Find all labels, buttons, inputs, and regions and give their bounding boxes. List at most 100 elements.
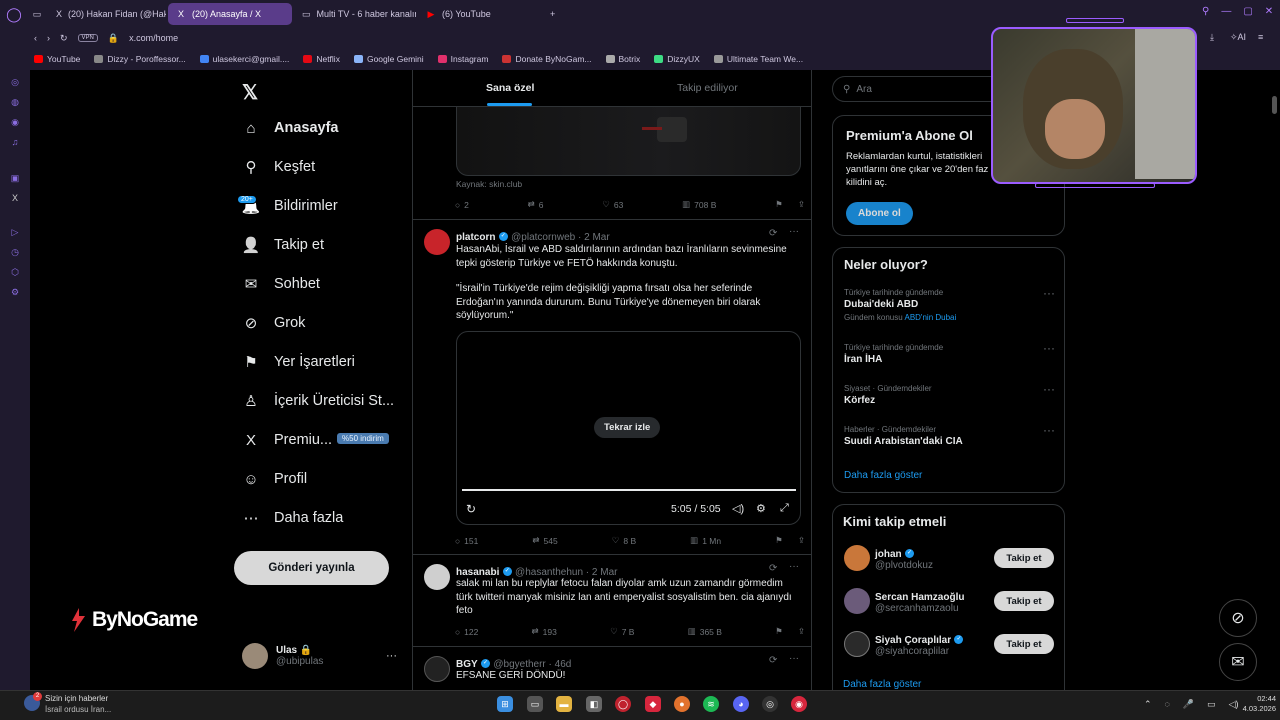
vpn-badge[interactable]: VPN: [77, 34, 98, 42]
whatsapp-icon[interactable]: ◍: [9, 96, 21, 108]
task-view-icon[interactable]: ▭: [527, 696, 543, 712]
extensions-icon[interactable]: ⬡: [9, 266, 21, 278]
page-scrollbar[interactable]: [1272, 96, 1277, 114]
ai-button[interactable]: ✧AI: [1230, 32, 1246, 43]
bookmark-item[interactable]: Donate ByNoGam...: [502, 54, 592, 64]
maximize-icon[interactable]: ▢: [1243, 6, 1252, 17]
music-icon[interactable]: ♫: [9, 136, 21, 148]
retweet-button[interactable]: ⇄ 6: [528, 199, 544, 210]
nav-item-7[interactable]: ♙ İçerik Üreticisi St...: [242, 392, 394, 410]
tab-x-home[interactable]: X (20) Anasayfa / X: [168, 3, 292, 25]
views-button[interactable]: ▥ 365 B: [688, 626, 722, 637]
aria-icon[interactable]: ◎: [9, 76, 21, 88]
more-icon[interactable]: ···: [1043, 286, 1055, 300]
tab-multi-tv[interactable]: ▭ Multi TV - 6 haber kanalın: [294, 3, 416, 25]
bookmark-item[interactable]: Google Gemini: [353, 54, 424, 64]
url-field[interactable]: x.com/home: [129, 33, 178, 43]
nav-item-9[interactable]: ☺ Profil: [242, 470, 307, 488]
trend-item[interactable]: Siyaset · Gündemdekiler Körfez ···: [844, 382, 1059, 406]
subscribe-button[interactable]: Abone ol: [846, 202, 913, 225]
messenger-icon[interactable]: ◉: [9, 116, 21, 128]
bookmark-item[interactable]: Ultimate Team We...: [713, 54, 803, 64]
microphone-icon[interactable]: 🎤: [1183, 699, 1194, 710]
spotify-icon[interactable]: ≋: [703, 696, 719, 712]
tweet-author-name[interactable]: platcorn: [456, 232, 495, 243]
twitch-icon[interactable]: ▣: [9, 172, 21, 184]
tweet[interactable]: Kaynak: skin.club ○ 2 ⇄ 6 ♡ 63 ▥ 708 B ⚑…: [413, 107, 811, 220]
more-icon[interactable]: ···: [1043, 382, 1055, 396]
nav-item-4[interactable]: ✉ Sohbet: [242, 275, 320, 293]
discord-icon[interactable]: ◕: [733, 696, 749, 712]
search-tabs-icon[interactable]: ⚲: [1202, 6, 1209, 17]
opera-gx-taskbar-icon[interactable]: ◯: [615, 696, 631, 712]
minimize-icon[interactable]: —: [1221, 6, 1231, 17]
settings-icon[interactable]: ⚙: [756, 502, 766, 515]
replay-button[interactable]: Tekrar izle: [594, 417, 661, 438]
video-progress-track[interactable]: [462, 489, 796, 491]
tab-for-you[interactable]: Sana özel: [486, 82, 534, 94]
bookmark-item[interactable]: ulasekerci@gmail....: [199, 54, 289, 64]
nav-item-6[interactable]: ⚑ Yer İşaretleri: [242, 353, 355, 371]
firefox-icon[interactable]: ●: [674, 696, 690, 712]
download-icon[interactable]: ⤓: [1210, 32, 1214, 43]
news-widget-title[interactable]: Sizin için haberler: [45, 694, 108, 703]
bookmark-icon[interactable]: ⚑: [775, 199, 783, 210]
nav-item-3[interactable]: 👤 Takip et: [242, 236, 324, 254]
trend-item[interactable]: Türkiye tarihinde gündemde İran İHA ···: [844, 341, 1059, 365]
system-clock[interactable]: 02:44 4.03.2026: [1240, 694, 1276, 714]
video-player[interactable]: Tekrar izle ↻ 5:05 / 5:05 ◁) ⚙ ⤢: [456, 331, 801, 525]
opera-menu-icon[interactable]: ◯: [0, 0, 28, 28]
tweet-media[interactable]: [456, 107, 801, 176]
tweet[interactable]: platcorn ✓ @platcornweb · 2 Mar ⟳ ··· Ha…: [413, 220, 811, 555]
grok-icon[interactable]: ⟳: [769, 228, 777, 239]
new-tab-button[interactable]: +: [542, 3, 563, 25]
views-button[interactable]: ▥ 708 B: [682, 199, 716, 210]
follow-button[interactable]: Takip et: [994, 634, 1054, 654]
tab-following[interactable]: Takip ediliyor: [677, 82, 738, 94]
more-icon[interactable]: ···: [789, 653, 799, 664]
bookmark-item[interactable]: DizzyUX: [654, 54, 700, 64]
close-icon[interactable]: ✕: [1265, 6, 1273, 17]
forward-icon[interactable]: ›: [47, 33, 50, 43]
views-button[interactable]: ▥ 1 Mn: [690, 535, 721, 546]
grok-icon[interactable]: ⟳: [769, 563, 777, 574]
bookmark-icon[interactable]: ⚑: [775, 535, 783, 546]
network-icon[interactable]: ▭: [1207, 699, 1216, 710]
messages-floating-button[interactable]: ✉: [1219, 643, 1257, 681]
trend-item[interactable]: Haberler · Gündemdekiler Suudi Arabistan…: [844, 423, 1059, 447]
avatar[interactable]: [424, 656, 450, 682]
tweet[interactable]: BGY ✓ @bgyetherr · 46d ⟳ ··· EFSANE GERİ…: [413, 647, 811, 690]
bookmark-item[interactable]: Dizzy - Poroffessor...: [94, 54, 186, 64]
bookmark-item[interactable]: Instagram: [437, 54, 488, 64]
nav-item-0[interactable]: ⌂ Anasayfa: [242, 119, 338, 137]
more-icon[interactable]: ···: [1043, 341, 1055, 355]
post-button[interactable]: Gönderi yayınla: [234, 551, 389, 585]
windows-start-icon[interactable]: ⊞: [497, 696, 513, 712]
tweet-author-handle[interactable]: @platcornweb · 2 Mar: [511, 232, 610, 243]
app-icon[interactable]: ◆: [645, 696, 661, 712]
bookmark-icon[interactable]: ⚑: [775, 626, 783, 637]
reply-button[interactable]: ○ 2: [455, 199, 469, 210]
nav-item-5[interactable]: ⊘ Grok: [242, 314, 306, 332]
retweet-button[interactable]: ⇄ 545: [532, 535, 557, 546]
retweet-button[interactable]: ⇄ 193: [532, 626, 557, 637]
trend-item[interactable]: Türkiye tarihinde gündemde Dubai'deki AB…: [844, 286, 1059, 322]
settings-icon[interactable]: ⚙: [9, 286, 21, 298]
nav-item-1[interactable]: ⚲ Keşfet: [242, 158, 316, 176]
follow-button[interactable]: Takip et: [994, 548, 1054, 568]
menu-icon[interactable]: ≡: [1258, 32, 1263, 42]
avatar[interactable]: [424, 564, 450, 590]
reload-icon[interactable]: ↻: [60, 33, 68, 44]
player-icon[interactable]: ▷: [9, 226, 21, 238]
show-more-trends-link[interactable]: Daha fazla göster: [844, 470, 922, 481]
tab-hakan-fidan[interactable]: X(20) Hakan Fidan (@Hakan: [48, 3, 166, 25]
store-icon[interactable]: ◧: [586, 696, 602, 712]
like-button[interactable]: ♡ 7 B: [610, 626, 634, 637]
volume-icon[interactable]: ◁): [732, 502, 744, 515]
replay-icon[interactable]: ↻: [466, 502, 476, 516]
more-icon[interactable]: ···: [789, 561, 799, 572]
x-logo-icon[interactable]: 𝕏: [242, 80, 258, 105]
bookmark-item[interactable]: Netflix: [303, 54, 340, 64]
grok-icon[interactable]: ⟳: [769, 655, 777, 666]
account-switcher[interactable]: Ulas 🔒 @ubipulas: [242, 643, 323, 669]
